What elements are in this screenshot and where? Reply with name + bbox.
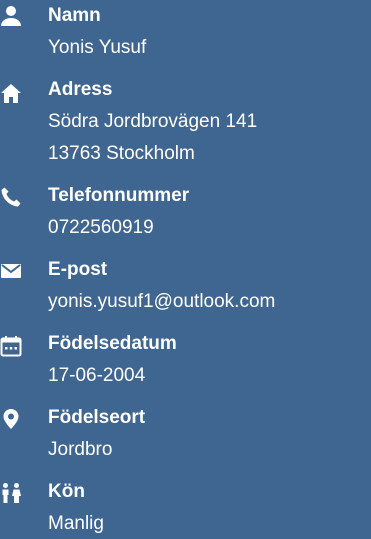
field-label: E-post (48, 259, 108, 280)
calendar-icon (0, 335, 22, 357)
home-icon (0, 82, 22, 104)
field-value: yonis.yusuf1@outlook.com (48, 291, 276, 312)
phone-icon (0, 186, 22, 208)
field-label: Namn (48, 5, 101, 26)
field-value: Jordbro (48, 439, 113, 460)
people-icon (0, 482, 22, 504)
person-icon (0, 5, 22, 27)
envelope-icon (0, 260, 22, 282)
field-value: Södra Jordbrovägen 141 (48, 111, 258, 132)
field-label: Kön (48, 481, 85, 502)
field-value: 0722560919 (48, 217, 154, 238)
field-label: Adress (48, 79, 113, 100)
field-value: 13763 Stockholm (48, 143, 195, 164)
field-label: Födelseort (48, 407, 146, 428)
contact-info-panel: Namn Yonis Yusuf Adress Södra Jordbroväg… (0, 0, 371, 539)
field-value: Yonis Yusuf (48, 37, 147, 58)
field-label: Födelsedatum (48, 333, 177, 354)
field-label: Telefonnummer (48, 185, 190, 206)
field-value: 17-06-2004 (48, 365, 146, 386)
location-pin-icon (0, 408, 22, 430)
field-value: Manlig (48, 513, 104, 534)
